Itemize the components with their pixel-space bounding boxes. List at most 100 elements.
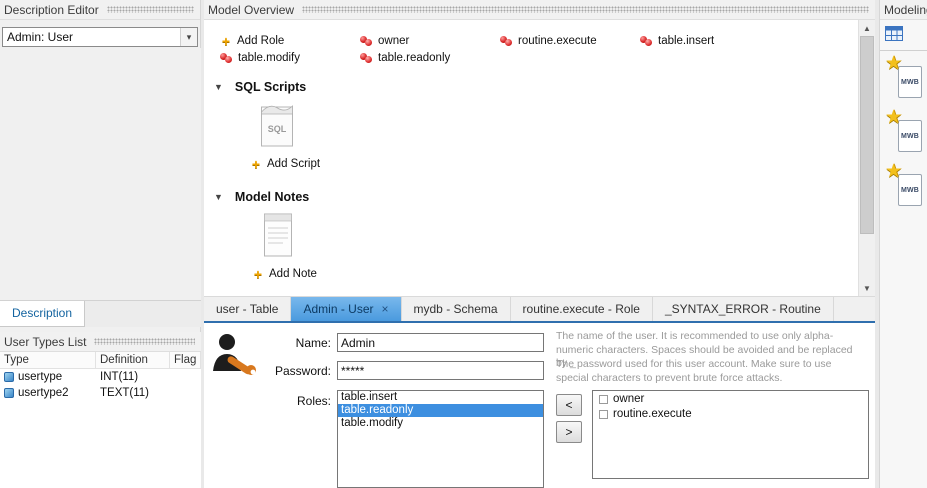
usertype-name: usertype: [18, 371, 63, 383]
add-script-button[interactable]: + Add Script: [250, 157, 321, 171]
tab-label: _SYNTAX_ERROR - Routine: [664, 302, 821, 316]
scroll-down-icon[interactable]: ▼: [859, 280, 875, 296]
tab-routine-execute-role[interactable]: routine.execute - Role: [511, 297, 653, 321]
description-object-dropdown[interactable]: Admin: User ▾: [2, 27, 198, 47]
role-item-routine-execute[interactable]: routine.execute: [500, 32, 640, 49]
remove-role-button[interactable]: <: [556, 394, 582, 416]
tab-admin-user[interactable]: Admin - User ×: [291, 297, 402, 321]
star-icon: ★: [885, 107, 903, 128]
table-grid-icon[interactable]: [885, 25, 903, 44]
add-icon: +: [253, 266, 263, 282]
user-types-header: User Types List: [0, 332, 201, 352]
add-icon: +: [221, 32, 231, 49]
add-role-button[interactable]: + Add Role: [220, 32, 360, 49]
column-header-type[interactable]: Type: [0, 352, 96, 368]
panel-grip[interactable]: [106, 6, 194, 13]
table-row[interactable]: usertype2 TEXT(11): [0, 385, 201, 401]
model-overview-canvas: + Add Role owner routine.execute table.i…: [204, 20, 875, 296]
role-item-owner[interactable]: owner: [360, 32, 500, 49]
description-editor-body[interactable]: [0, 48, 201, 300]
usertype-name: usertype2: [18, 387, 69, 399]
list-item[interactable]: table.insert: [338, 391, 543, 404]
assigned-roles-listbox[interactable]: table.insert table.readonly table.modify: [337, 390, 544, 488]
column-header-flag[interactable]: Flag: [170, 352, 201, 368]
list-item-selected[interactable]: table.readonly: [338, 404, 543, 417]
panel-grip[interactable]: [302, 6, 869, 13]
model-notes-section-header[interactable]: ▼ Model Notes: [214, 190, 309, 204]
tab-label: Admin - User: [303, 302, 374, 316]
tab-mydb-schema[interactable]: mydb - Schema: [402, 297, 511, 321]
tab-syntax-error-routine[interactable]: _SYNTAX_ERROR - Routine: [653, 297, 834, 321]
role-icon: [360, 35, 373, 46]
star-icon: ★: [885, 53, 903, 74]
usertype-definition: TEXT(11): [100, 387, 149, 399]
available-roles-tree[interactable]: owner routine.execute: [592, 390, 869, 479]
usertype-icon: [4, 372, 14, 382]
tab-user-table[interactable]: user - Table: [204, 297, 292, 321]
role-item-table-insert[interactable]: table.insert: [640, 32, 780, 49]
model-overview-panel: Model Overview + Add Role owner routine.…: [204, 0, 875, 488]
modeling-toolbar: [880, 21, 927, 48]
collapse-icon[interactable]: ▼: [214, 192, 223, 202]
model-overview-header: Model Overview: [204, 0, 875, 20]
role-icon: [500, 35, 513, 46]
usertype-icon: [4, 388, 14, 398]
password-field[interactable]: [337, 361, 544, 380]
scrollbar-thumb[interactable]: [860, 36, 874, 234]
model-overview-title: Model Overview: [208, 2, 295, 17]
role-item-table-readonly[interactable]: table.readonly: [360, 49, 500, 66]
tab-description-label: Description: [12, 306, 73, 320]
add-note-button[interactable]: + Add Note: [252, 266, 317, 282]
tree-item-owner[interactable]: owner: [593, 393, 868, 406]
modeling-panel-header: Modeling: [880, 0, 927, 20]
name-field[interactable]: [337, 333, 544, 352]
usertype-definition: INT(11): [100, 371, 139, 383]
user-types-title: User Types List: [4, 334, 87, 349]
description-tabbar: Description: [0, 300, 201, 327]
role-label: table.insert: [658, 34, 715, 47]
tree-item-label: routine.execute: [613, 408, 692, 420]
modeling-additions-panel: Modeling MWB ★ MWB ★ MWB ★: [879, 0, 927, 488]
mwb-model-file-icon[interactable]: MWB ★: [885, 107, 922, 156]
chevron-down-icon[interactable]: ▾: [180, 28, 197, 46]
user-types-section: User Types List: [0, 332, 201, 352]
modeling-panel-title: Modeling: [884, 2, 927, 17]
add-script-label: Add Script: [267, 158, 321, 170]
panel-grip[interactable]: [94, 338, 195, 345]
column-header-definition[interactable]: Definition: [96, 352, 170, 368]
collapse-icon[interactable]: ▼: [214, 82, 223, 92]
role-icon: [360, 52, 373, 63]
list-item[interactable]: table.modify: [338, 417, 543, 430]
admin-user-icon: [210, 331, 256, 380]
sql-scripts-section-header[interactable]: ▼ SQL Scripts: [214, 80, 306, 94]
user-types-table-header: Type Definition Flag: [0, 352, 201, 369]
sql-icon-text: SQL: [268, 124, 287, 134]
vertical-scrollbar[interactable]: ▲ ▼: [858, 20, 875, 296]
tree-item-routine-execute[interactable]: routine.execute: [593, 408, 868, 421]
add-role-to-user-button[interactable]: >: [556, 421, 582, 443]
table-row[interactable]: usertype INT(11): [0, 369, 201, 385]
role-icon: [640, 35, 653, 46]
model-notes-title: Model Notes: [234, 190, 310, 204]
tab-label: mydb - Schema: [413, 302, 498, 316]
tab-description[interactable]: Description: [0, 301, 86, 327]
role-label: table.readonly: [378, 51, 451, 64]
sql-scripts-title: SQL Scripts: [234, 80, 307, 94]
mwb-model-file-icon[interactable]: MWB ★: [885, 161, 922, 210]
divider: [880, 50, 927, 51]
mwb-model-file-icon[interactable]: MWB ★: [885, 53, 922, 102]
scroll-up-icon[interactable]: ▲: [859, 20, 875, 36]
description-editor-header: Description Editor: [0, 0, 200, 20]
roles-grid: + Add Role owner routine.execute table.i…: [220, 32, 820, 66]
password-help-text: The password used for this user account.…: [556, 358, 832, 384]
tree-node-icon[interactable]: [599, 395, 608, 404]
editor-tabbar: user - Table Admin - User × mydb - Schem…: [204, 296, 875, 321]
role-label: routine.execute: [518, 34, 597, 47]
role-item-table-modify[interactable]: table.modify: [220, 49, 360, 66]
star-icon: ★: [885, 161, 903, 182]
close-icon[interactable]: ×: [382, 302, 389, 316]
dropdown-value: Admin: User: [7, 30, 74, 44]
tree-node-icon[interactable]: [599, 410, 608, 419]
note-icon: [263, 212, 293, 261]
role-icon: [220, 52, 233, 63]
